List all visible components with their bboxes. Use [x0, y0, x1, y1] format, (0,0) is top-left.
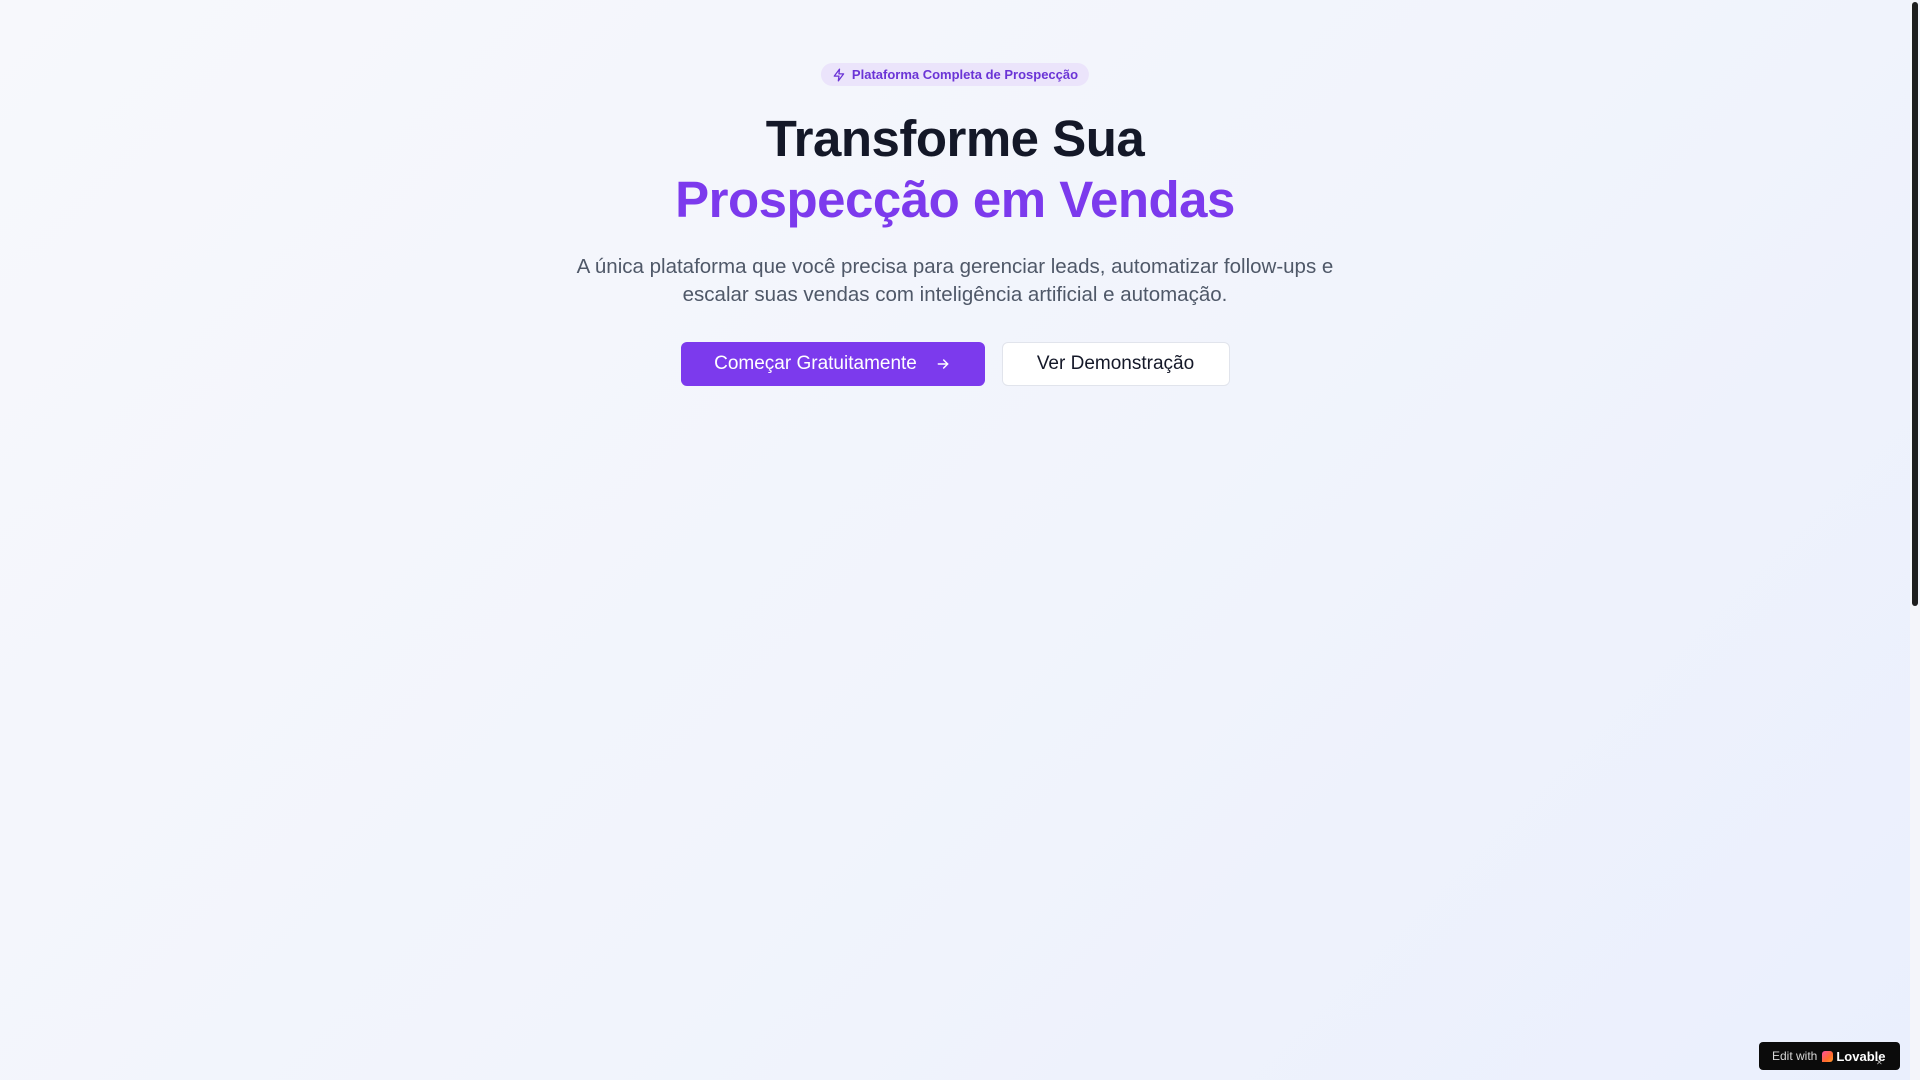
- lovable-badge-prefix: Edit with: [1772, 1049, 1818, 1063]
- hero-subtitle: A única plataforma que você precisa para…: [576, 255, 1334, 306]
- hero-title: Transforme Sua Prospecção em Vendas: [0, 108, 1910, 230]
- start-free-button-label: Começar Gratuitamente: [714, 353, 917, 374]
- view-demo-button[interactable]: Ver Demonstração: [1001, 342, 1230, 386]
- arrow-right-icon: [935, 356, 951, 372]
- lovable-logo-icon: [1822, 1050, 1834, 1062]
- landing-page: Plataforma Completa de Prospecção Transf…: [0, 0, 1910, 1080]
- hero-title-line2: Prospecção em Vendas: [675, 171, 1235, 228]
- hero-title-line1: Transforme Sua: [765, 110, 1145, 167]
- hero-badge-label: Plataforma Completa de Prospecção: [851, 67, 1079, 82]
- page-scrollbar[interactable]: [1910, 0, 1920, 1080]
- hero-actions: Começar Gratuitamente Ver Demonstração: [0, 342, 1910, 386]
- zap-icon: [832, 68, 846, 82]
- view-demo-button-label: Ver Demonstração: [1036, 353, 1195, 374]
- hero-badge: Plataforma Completa de Prospecção: [820, 63, 1090, 86]
- scrollbar-thumb[interactable]: [1912, 2, 1918, 606]
- edit-with-lovable-badge[interactable]: Edit with Lovable ✕: [1759, 1042, 1900, 1070]
- start-free-button[interactable]: Começar Gratuitamente: [680, 342, 985, 386]
- close-icon[interactable]: ✕: [1876, 1059, 1884, 1067]
